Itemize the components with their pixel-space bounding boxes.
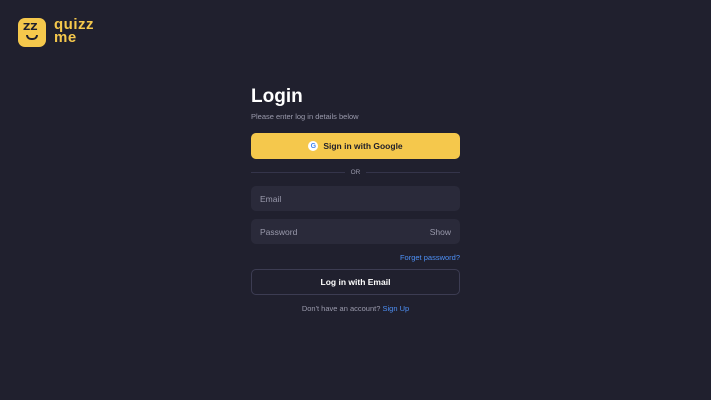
divider-line-left: [251, 171, 345, 173]
google-signin-button[interactable]: G Sign in with Google: [251, 133, 460, 159]
logo-wordmark: quizz me: [54, 17, 94, 45]
password-field[interactable]: [260, 226, 410, 237]
or-divider: OR: [251, 165, 460, 179]
logo-face-icon: ZZ: [18, 18, 46, 47]
login-page: ZZ quizz me Login Please enter log in de…: [0, 0, 711, 400]
google-icon: G: [308, 141, 319, 151]
logo-mark-text: ZZ: [23, 22, 38, 33]
divider-line-right: [366, 171, 460, 173]
no-account-text: Don't have an account?: [301, 304, 381, 313]
google-signin-label: Sign in with Google: [323, 141, 403, 151]
page-title: Login: [251, 86, 303, 107]
email-field[interactable]: [260, 193, 410, 204]
page-subtitle: Please enter log in details below: [251, 112, 359, 121]
password-field-container: Show: [251, 219, 460, 244]
signup-link[interactable]: Sign Up: [382, 304, 409, 313]
email-field-container: [251, 186, 460, 211]
logo-mouth: [26, 35, 38, 40]
email-login-button[interactable]: Log in with Email: [251, 269, 460, 295]
signup-prompt: Don't have an account? Sign Up: [251, 304, 460, 313]
show-password-toggle[interactable]: Show: [430, 227, 451, 237]
forgot-password-link[interactable]: Forget password?: [251, 253, 460, 262]
login-form: Login Please enter log in details below …: [251, 86, 460, 313]
divider-text: OR: [350, 168, 361, 176]
email-login-label: Log in with Email: [320, 277, 391, 287]
app-logo[interactable]: ZZ quizz me: [18, 17, 94, 47]
